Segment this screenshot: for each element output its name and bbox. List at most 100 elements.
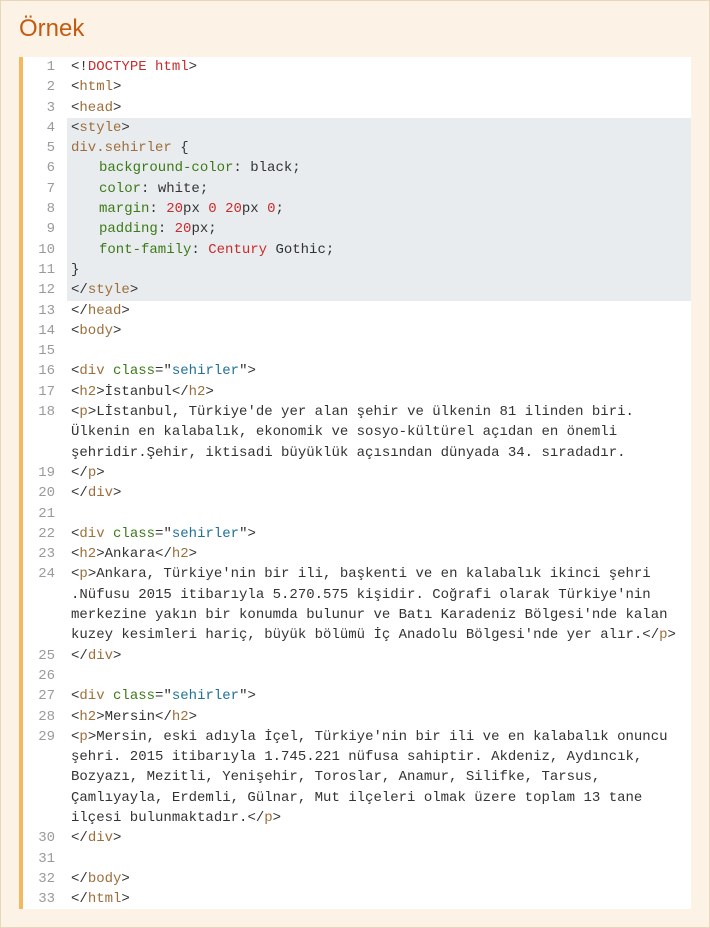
- code-line: 1<!DOCTYPE html>: [23, 57, 691, 77]
- code-line: 18<p>Lİstanbul, Türkiye'de yer alan şehi…: [23, 402, 691, 463]
- line-content: <p>Mersin, eski adıyla İçel, Türkiye'nin…: [67, 727, 691, 828]
- code-line: 20</div>: [23, 483, 691, 503]
- line-content: <p>Ankara, Türkiye'nin bir ili, başkenti…: [67, 564, 691, 645]
- code-line: 16<div class="sehirler">: [23, 361, 691, 381]
- line-number: 2: [23, 77, 67, 97]
- line-number: 11: [23, 260, 67, 280]
- code-line: 23<h2>Ankara</h2>: [23, 544, 691, 564]
- line-content: [67, 504, 691, 524]
- line-content: <h2>İstanbul</h2>: [67, 382, 691, 402]
- code-line: 26: [23, 666, 691, 686]
- line-content: <div class="sehirler">: [67, 686, 691, 706]
- code-line: 5div.sehirler {: [23, 138, 691, 158]
- line-number: 30: [23, 828, 67, 848]
- code-table: 1<!DOCTYPE html>2<html>3<head>4<style>5d…: [23, 57, 691, 909]
- line-content: </html>: [67, 889, 691, 909]
- line-number: 5: [23, 138, 67, 158]
- line-content: <p>Lİstanbul, Türkiye'de yer alan şehir …: [67, 402, 691, 463]
- line-content: div.sehirler {: [67, 138, 691, 158]
- line-content: </div>: [67, 646, 691, 666]
- code-line: 15: [23, 341, 691, 361]
- line-number: 12: [23, 280, 67, 300]
- code-line: 31: [23, 849, 691, 869]
- code-line: 19</p>: [23, 463, 691, 483]
- line-number: 10: [23, 240, 67, 260]
- line-number: 26: [23, 666, 67, 686]
- code-line: 32</body>: [23, 869, 691, 889]
- code-line: 17<h2>İstanbul</h2>: [23, 382, 691, 402]
- example-panel: Örnek 1<!DOCTYPE html>2<html>3<head>4<st…: [0, 0, 710, 928]
- code-line: 22<div class="sehirler">: [23, 524, 691, 544]
- line-number: 21: [23, 504, 67, 524]
- line-number: 24: [23, 564, 67, 645]
- code-line: 28<h2>Mersin</h2>: [23, 707, 691, 727]
- code-line: 27<div class="sehirler">: [23, 686, 691, 706]
- line-number: 3: [23, 98, 67, 118]
- line-number: 17: [23, 382, 67, 402]
- line-content: color: white;: [67, 179, 691, 199]
- line-number: 1: [23, 57, 67, 77]
- code-line: 24<p>Ankara, Türkiye'nin bir ili, başken…: [23, 564, 691, 645]
- line-number: 27: [23, 686, 67, 706]
- line-number: 15: [23, 341, 67, 361]
- line-content: }: [67, 260, 691, 280]
- line-number: 6: [23, 158, 67, 178]
- code-line: 11}: [23, 260, 691, 280]
- line-number: 19: [23, 463, 67, 483]
- code-line: 2<html>: [23, 77, 691, 97]
- code-line: 14<body>: [23, 321, 691, 341]
- line-content: </head>: [67, 301, 691, 321]
- line-number: 22: [23, 524, 67, 544]
- line-content: <!DOCTYPE html>: [67, 57, 691, 77]
- line-number: 29: [23, 727, 67, 828]
- line-content: </body>: [67, 869, 691, 889]
- line-number: 32: [23, 869, 67, 889]
- line-content: [67, 849, 691, 869]
- line-number: 8: [23, 199, 67, 219]
- line-content: <h2>Ankara</h2>: [67, 544, 691, 564]
- line-number: 28: [23, 707, 67, 727]
- line-number: 7: [23, 179, 67, 199]
- code-line: 30</div>: [23, 828, 691, 848]
- line-number: 14: [23, 321, 67, 341]
- code-line: 6background-color: black;: [23, 158, 691, 178]
- example-title: Örnek: [19, 15, 691, 43]
- line-number: 33: [23, 889, 67, 909]
- code-line: 21: [23, 504, 691, 524]
- line-content: <html>: [67, 77, 691, 97]
- line-content: font-family: Century Gothic;: [67, 240, 691, 260]
- code-line: 12</style>: [23, 280, 691, 300]
- line-content: [67, 341, 691, 361]
- line-content: </div>: [67, 483, 691, 503]
- line-number: 16: [23, 361, 67, 381]
- code-line: 13</head>: [23, 301, 691, 321]
- line-content: <body>: [67, 321, 691, 341]
- code-line: 33</html>: [23, 889, 691, 909]
- line-content: </div>: [67, 828, 691, 848]
- line-content: </p>: [67, 463, 691, 483]
- line-number: 4: [23, 118, 67, 138]
- line-content: <head>: [67, 98, 691, 118]
- line-content: [67, 666, 691, 686]
- line-content: margin: 20px 0 20px 0;: [67, 199, 691, 219]
- line-content: <style>: [67, 118, 691, 138]
- line-number: 25: [23, 646, 67, 666]
- line-content: <div class="sehirler">: [67, 524, 691, 544]
- line-number: 9: [23, 219, 67, 239]
- code-block: 1<!DOCTYPE html>2<html>3<head>4<style>5d…: [19, 57, 691, 909]
- code-line: 29<p>Mersin, eski adıyla İçel, Türkiye'n…: [23, 727, 691, 828]
- code-line: 8margin: 20px 0 20px 0;: [23, 199, 691, 219]
- line-content: background-color: black;: [67, 158, 691, 178]
- code-line: 7color: white;: [23, 179, 691, 199]
- code-line: 25</div>: [23, 646, 691, 666]
- code-line: 10font-family: Century Gothic;: [23, 240, 691, 260]
- line-number: 31: [23, 849, 67, 869]
- line-content: <h2>Mersin</h2>: [67, 707, 691, 727]
- line-number: 13: [23, 301, 67, 321]
- code-line: 4<style>: [23, 118, 691, 138]
- line-number: 23: [23, 544, 67, 564]
- code-line: 3<head>: [23, 98, 691, 118]
- line-content: padding: 20px;: [67, 219, 691, 239]
- line-content: </style>: [67, 280, 691, 300]
- line-number: 20: [23, 483, 67, 503]
